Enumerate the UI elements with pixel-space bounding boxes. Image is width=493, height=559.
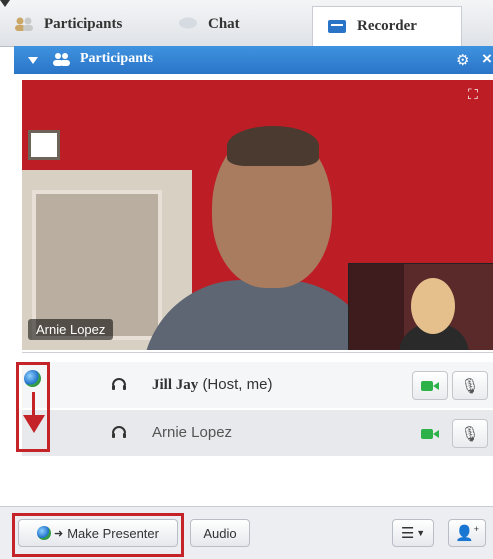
arrow-down-icon: [23, 415, 45, 433]
tab-chat[interactable]: Chat: [176, 4, 296, 44]
collapse-icon[interactable]: [28, 57, 38, 64]
mute-button[interactable]: 🎙: [452, 371, 488, 400]
tab-recorder[interactable]: Recorder: [312, 6, 462, 46]
tab-participants[interactable]: Participants: [12, 4, 172, 44]
participants-panel-header: Participants ⚙ ×: [14, 46, 493, 74]
add-user-icon: 👤+: [455, 524, 479, 542]
invite-user-button[interactable]: 👤+: [448, 519, 486, 547]
gear-icon[interactable]: ⚙: [456, 51, 469, 69]
wall-frame: [28, 130, 60, 160]
video-name-label: Arnie Lopez: [28, 319, 114, 340]
participant-role: (Host, me): [202, 376, 273, 393]
tab-bar: Participants Chat Recorder: [0, 0, 493, 47]
tab-overflow-icon[interactable]: [0, 0, 10, 7]
video-camera-icon: [421, 380, 439, 391]
panel-title: Participants: [80, 51, 154, 66]
bottom-toolbar: ➜ Make Presenter Audio ☰ ▼ 👤+: [0, 506, 493, 559]
participant-row[interactable]: Jill Jay (Host, me) 🎙: [22, 362, 493, 408]
microphone-icon: 🎙: [460, 425, 480, 443]
list-options-button[interactable]: ☰ ▼: [392, 519, 434, 547]
participant-row[interactable]: Arnie Lopez 🎙: [22, 410, 493, 456]
participants-icon: [12, 15, 36, 33]
list-icon: ☰: [400, 525, 415, 542]
camera-button[interactable]: [412, 419, 448, 448]
headset-icon: [112, 426, 126, 438]
participants-header-icon: [52, 51, 72, 72]
annotation-highlight-box: [12, 513, 184, 557]
expand-icon[interactable]: ⛶: [468, 86, 478, 103]
mute-button[interactable]: 🎙: [452, 419, 488, 448]
tab-participants-label: Participants: [44, 15, 123, 32]
close-icon[interactable]: ×: [482, 49, 492, 69]
audio-label: Audio: [203, 525, 237, 541]
microphone-icon: 🎙: [460, 377, 480, 395]
presenter-globe-icon[interactable]: [24, 370, 41, 387]
tab-chat-label: Chat: [208, 15, 240, 32]
video-camera-icon: [421, 428, 439, 439]
chevron-down-icon: ▼: [416, 528, 426, 538]
divider: [22, 352, 493, 353]
participant-name: Jill Jay: [152, 377, 199, 393]
headset-icon: [112, 378, 126, 390]
audio-button[interactable]: Audio: [190, 519, 250, 547]
chat-icon: [176, 15, 200, 33]
video-feed: Arnie Lopez ⛶: [22, 80, 493, 350]
participant-name: Arnie Lopez: [152, 424, 233, 441]
tab-recorder-label: Recorder: [357, 18, 417, 34]
recorder-icon: [325, 18, 349, 36]
camera-button[interactable]: [412, 371, 448, 400]
self-view-thumbnail[interactable]: [348, 263, 493, 350]
